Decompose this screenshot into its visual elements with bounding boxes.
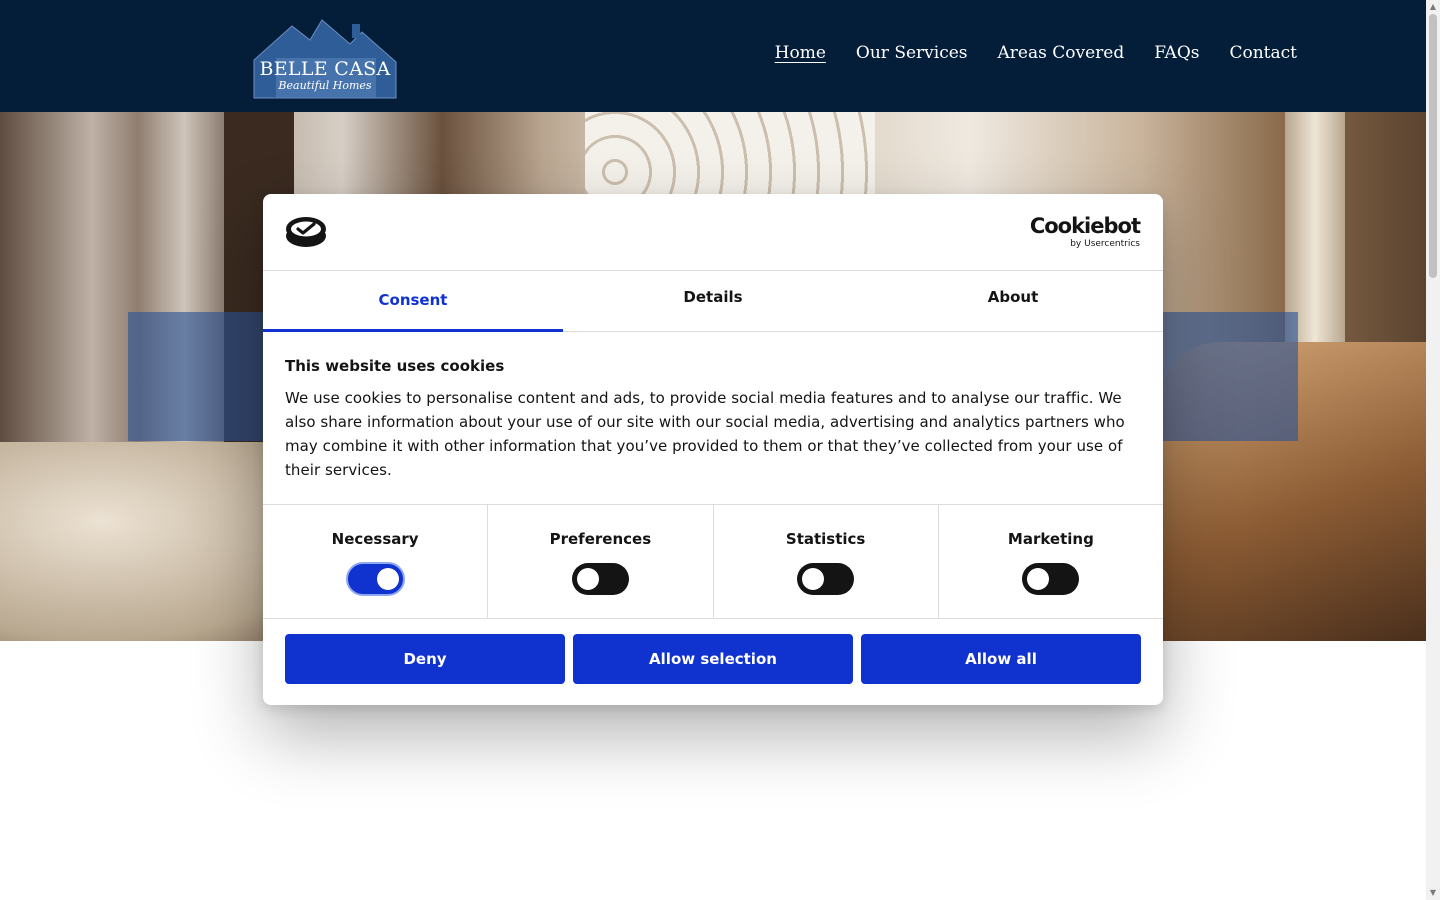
site-logo[interactable]: BELLE CASA Beautiful Homes [252,18,398,100]
consent-title: This website uses cookies [285,357,505,375]
scroll-down-icon[interactable]: ▼ [1428,888,1438,898]
site-header: BELLE CASA Beautiful Homes Home Our Serv… [0,0,1426,112]
nav-home[interactable]: Home [775,43,826,63]
cookiebot-logo-icon [286,217,326,247]
category-preferences: Preferences [488,505,714,618]
toggle-knob [802,568,825,590]
dialog-header: Cookiebot by Usercentrics [263,194,1163,271]
scroll-up-icon[interactable]: ▲ [1428,2,1438,12]
allow-all-button[interactable]: Allow all [861,634,1141,684]
cookie-categories: Necessary Preferences Statistics Marketi… [263,505,1163,619]
brand-byline: by Usercentrics [1070,239,1140,249]
page-scrollbar[interactable]: ▲ ▼ [1426,0,1440,900]
toggle-knob [576,568,599,590]
marketing-toggle[interactable] [1022,563,1080,595]
consent-description: We use cookies to personalise content an… [285,389,1125,479]
toggle-knob [376,568,399,590]
category-marketing: Marketing [939,505,1163,618]
nav-areas-covered[interactable]: Areas Covered [998,43,1125,63]
category-label: Necessary [331,530,419,548]
deny-button[interactable]: Deny [285,634,565,684]
cookiebot-brand[interactable]: Cookiebot by Usercentrics [1029,214,1141,249]
logo-tagline: Beautiful Homes [278,79,372,92]
category-label: Preferences [549,530,652,548]
preferences-toggle[interactable] [571,563,629,595]
tab-details[interactable]: Details [563,271,863,331]
tab-consent[interactable]: Consent [263,271,563,332]
consent-body: This website uses cookies We use cookies… [263,332,1163,505]
brand-name: Cookiebot [1029,214,1141,238]
category-label: Marketing [1007,530,1094,548]
hero-ornamental-screen [585,112,875,197]
category-label: Statistics [785,530,866,548]
main-nav: Home Our Services Areas Covered FAQs Con… [775,43,1297,63]
logo-name: BELLE CASA [259,58,391,80]
dialog-tabs: Consent Details About [263,271,1163,332]
scrollbar-thumb[interactable] [1429,14,1437,278]
nav-contact[interactable]: Contact [1229,43,1297,63]
cookie-consent-dialog: Cookiebot by Usercentrics Consent Detail… [263,194,1163,705]
nav-faqs[interactable]: FAQs [1154,43,1199,63]
tab-about[interactable]: About [863,271,1163,331]
category-statistics: Statistics [714,505,939,618]
dialog-actions: Deny Allow selection Allow all [263,619,1163,684]
category-necessary: Necessary [263,505,489,618]
statistics-toggle[interactable] [797,563,855,595]
toggle-knob [1027,568,1050,590]
nav-our-services[interactable]: Our Services [856,43,968,63]
allow-selection-button[interactable]: Allow selection [573,634,853,684]
necessary-toggle[interactable] [345,562,405,596]
